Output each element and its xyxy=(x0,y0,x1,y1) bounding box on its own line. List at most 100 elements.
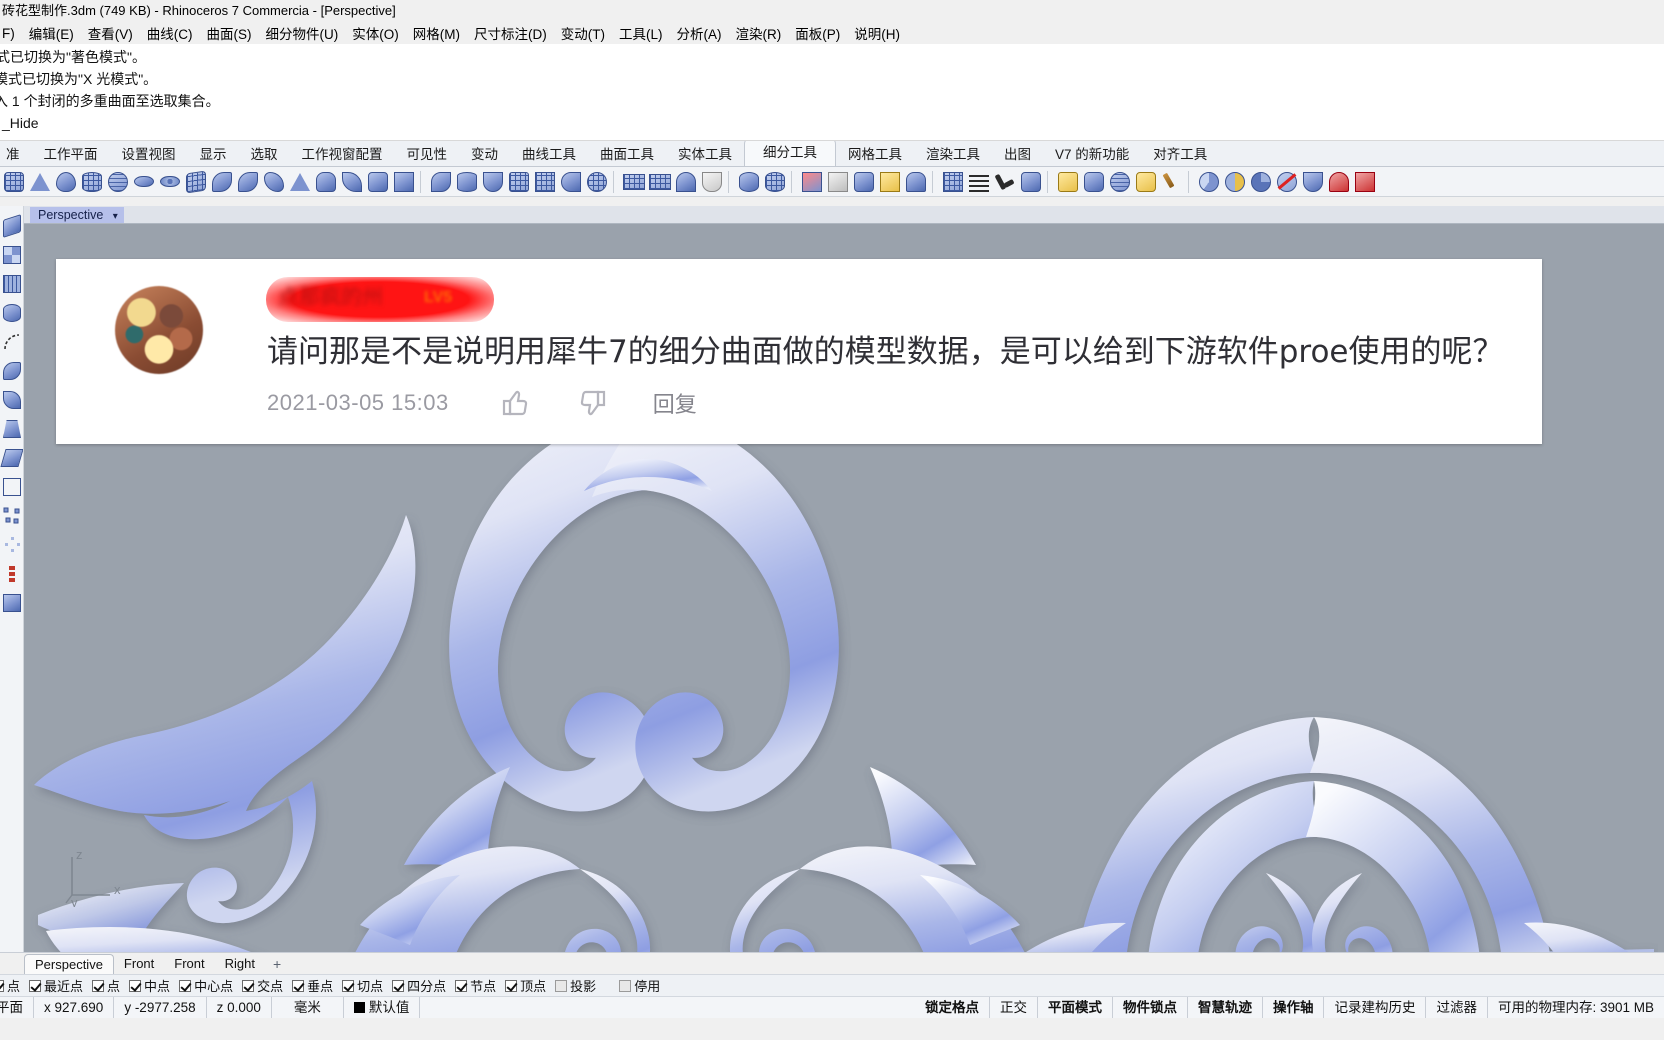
menu-item-panels[interactable]: 面板(P) xyxy=(788,22,847,44)
left-toolbar[interactable] xyxy=(0,206,24,952)
checkbox[interactable] xyxy=(619,979,632,992)
tab-align-tools[interactable]: 对齐工具 xyxy=(1141,141,1219,166)
menu-item-tools[interactable]: 工具(L) xyxy=(612,22,670,44)
point-cloud-icon[interactable] xyxy=(1,563,23,589)
menu-item-edit[interactable]: 编辑(E) xyxy=(22,22,81,44)
tab-setview[interactable]: 设置视图 xyxy=(110,141,188,166)
toggle-osnap[interactable]: 物件锁点 xyxy=(1113,997,1188,1018)
menu-item-help[interactable]: 说明(H) xyxy=(847,22,907,44)
viewport-tab-bar[interactable]: Perspective Front Front Right + xyxy=(0,952,1664,975)
menu-item-solid[interactable]: 实体(O) xyxy=(345,22,406,44)
toggle-ortho[interactable]: 正交 xyxy=(990,997,1038,1018)
tab-surface-tools[interactable]: 曲面工具 xyxy=(588,141,666,166)
menu-item-subd[interactable]: 细分物件(U) xyxy=(259,22,346,44)
toggle-grid-snap[interactable]: 锁定格点 xyxy=(915,997,990,1018)
tab-curve-tools[interactable]: 曲线工具 xyxy=(510,141,588,166)
subd-bridge-icon[interactable] xyxy=(455,170,479,194)
checkbox[interactable] xyxy=(455,979,468,992)
arc-dot-icon[interactable] xyxy=(1,331,23,357)
tab-viewport-layout[interactable]: 工作视窗配置 xyxy=(290,141,395,166)
command-prompt-line[interactable]: _Hide xyxy=(2,112,1664,134)
funnel-icon[interactable] xyxy=(1301,170,1325,194)
patch-icon[interactable] xyxy=(1,476,23,502)
osnap-item-vertex[interactable]: 顶点 xyxy=(505,976,546,995)
extrude-icon[interactable] xyxy=(0,447,23,473)
checkbox[interactable] xyxy=(392,979,405,992)
menu-item-view[interactable]: 查看(V) xyxy=(81,22,140,44)
checkbox[interactable] xyxy=(292,979,305,992)
wrench-icon[interactable] xyxy=(993,170,1017,194)
tab-new-in-v7[interactable]: V7 的新功能 xyxy=(1043,141,1141,166)
sphere-quarter-icon[interactable] xyxy=(1249,170,1273,194)
tab-mesh-tools[interactable]: 网格工具 xyxy=(836,141,914,166)
subd-pack-faces-icon[interactable] xyxy=(533,170,557,194)
osnap-item-tan[interactable]: 切点 xyxy=(342,976,383,995)
tab-drafting[interactable]: 出图 xyxy=(992,141,1043,166)
no-shade-icon[interactable] xyxy=(1275,170,1299,194)
eraser-icon[interactable] xyxy=(826,170,850,194)
menu-item-file[interactable]: F) xyxy=(0,24,22,43)
subd-crease-icon[interactable] xyxy=(481,170,505,194)
subd-cylinder-icon[interactable] xyxy=(80,170,104,194)
subd-stitch-icon[interactable] xyxy=(507,170,531,194)
osnap-item-mid[interactable]: 中点 xyxy=(129,976,170,995)
list-icon[interactable] xyxy=(967,170,991,194)
menu-item-render[interactable]: 渲染(R) xyxy=(729,22,789,44)
command-history-pane[interactable]: 模式已切换为"著色模式"。 模式已切换为"X 光模式"。 入 1 个封闭的多重曲… xyxy=(0,44,1664,141)
menu-item-analyze[interactable]: 分析(A) xyxy=(670,22,729,44)
viewport-tab-front[interactable]: Front xyxy=(114,954,164,973)
subd-multi-pipe-icon[interactable] xyxy=(559,170,583,194)
toggle-filter[interactable]: 过滤器 xyxy=(1426,997,1488,1018)
toggle-record-history[interactable]: 记录建构历史 xyxy=(1324,997,1427,1018)
toggle-smarttrack[interactable]: 智慧轨迹 xyxy=(1188,997,1263,1018)
subd-append-icon[interactable] xyxy=(737,170,761,194)
subd-quadremesh-icon[interactable] xyxy=(585,170,609,194)
osnap-item-near[interactable]: 最近点 xyxy=(29,976,83,995)
checkbox[interactable] xyxy=(0,979,4,992)
osnap-item-knot[interactable]: 节点 xyxy=(455,976,496,995)
checkbox[interactable] xyxy=(342,979,355,992)
subd-sweep2-icon[interactable] xyxy=(236,170,260,194)
menu-bar[interactable]: F) 编辑(E) 查看(V) 曲线(C) 曲面(S) 细分物件(U) 实体(O)… xyxy=(0,22,1664,44)
menu-item-mesh[interactable]: 网格(M) xyxy=(406,22,467,44)
viewport-canvas[interactable]: z x y 点那疯的州 LV5 请问那是不是说明用犀牛7的细分曲面做的模型数据，… xyxy=(24,225,1664,952)
checkbox[interactable] xyxy=(242,979,255,992)
viewport-tab-front-2[interactable]: Front xyxy=(164,954,214,973)
osnap-item-cen[interactable]: 中心点 xyxy=(179,976,233,995)
osnap-bar[interactable]: 点 最近点 点 中点 中心点 交点 垂点 切点 四分点 节点 顶点 投影 停用 xyxy=(0,974,1664,996)
viewport-tab-right[interactable]: Right xyxy=(215,954,265,973)
revolve-icon[interactable] xyxy=(1,302,23,328)
checkbox[interactable] xyxy=(505,979,518,992)
chevron-down-icon[interactable]: ▾ xyxy=(113,211,118,222)
tab-select[interactable]: 选取 xyxy=(239,141,290,166)
viewport-tab-perspective[interactable]: Perspective xyxy=(24,954,114,975)
tab-subd-tools[interactable]: 细分工具 xyxy=(744,141,836,166)
scatter-points-icon[interactable] xyxy=(1,505,23,531)
menu-item-dimension[interactable]: 尺寸标注(D) xyxy=(467,22,554,44)
subd-insert-edge-icon[interactable] xyxy=(429,170,453,194)
box-pair-icon[interactable] xyxy=(1019,170,1043,194)
tab-display[interactable]: 显示 xyxy=(188,141,239,166)
subd-fillet-icon[interactable] xyxy=(340,170,364,194)
sphere-slice-icon[interactable] xyxy=(1197,170,1221,194)
tab-solid-tools[interactable]: 实体工具 xyxy=(666,141,744,166)
cup-icon[interactable] xyxy=(700,170,724,194)
tab-cplane[interactable]: 工作平面 xyxy=(32,141,110,166)
subd-tube-icon[interactable] xyxy=(158,170,182,194)
checkbox[interactable] xyxy=(179,979,192,992)
menu-item-surface[interactable]: 曲面(S) xyxy=(200,22,259,44)
reply-button[interactable]: 回复 xyxy=(653,387,697,419)
add-viewport-icon[interactable]: + xyxy=(273,956,281,972)
more-tools-icon[interactable] xyxy=(1,592,23,618)
heart-icon[interactable] xyxy=(1327,170,1351,194)
subd-cone-icon[interactable] xyxy=(28,170,52,194)
toggle-gumball[interactable]: 操作轴 xyxy=(1263,997,1325,1018)
subd-sweep1-icon[interactable] xyxy=(210,170,234,194)
paint-bucket-icon[interactable] xyxy=(1134,170,1158,194)
layer-indicator[interactable]: 默认值 xyxy=(344,997,421,1018)
thumbs-up-icon[interactable] xyxy=(501,388,531,418)
toolbar-tab-strip[interactable]: 准 工作平面 设置视图 显示 选取 工作视窗配置 可见性 变动 曲线工具 曲面工… xyxy=(0,141,1664,167)
checkbox[interactable] xyxy=(129,979,142,992)
tab-transform[interactable]: 变动 xyxy=(459,141,510,166)
toggle-planar[interactable]: 平面模式 xyxy=(1038,997,1113,1018)
